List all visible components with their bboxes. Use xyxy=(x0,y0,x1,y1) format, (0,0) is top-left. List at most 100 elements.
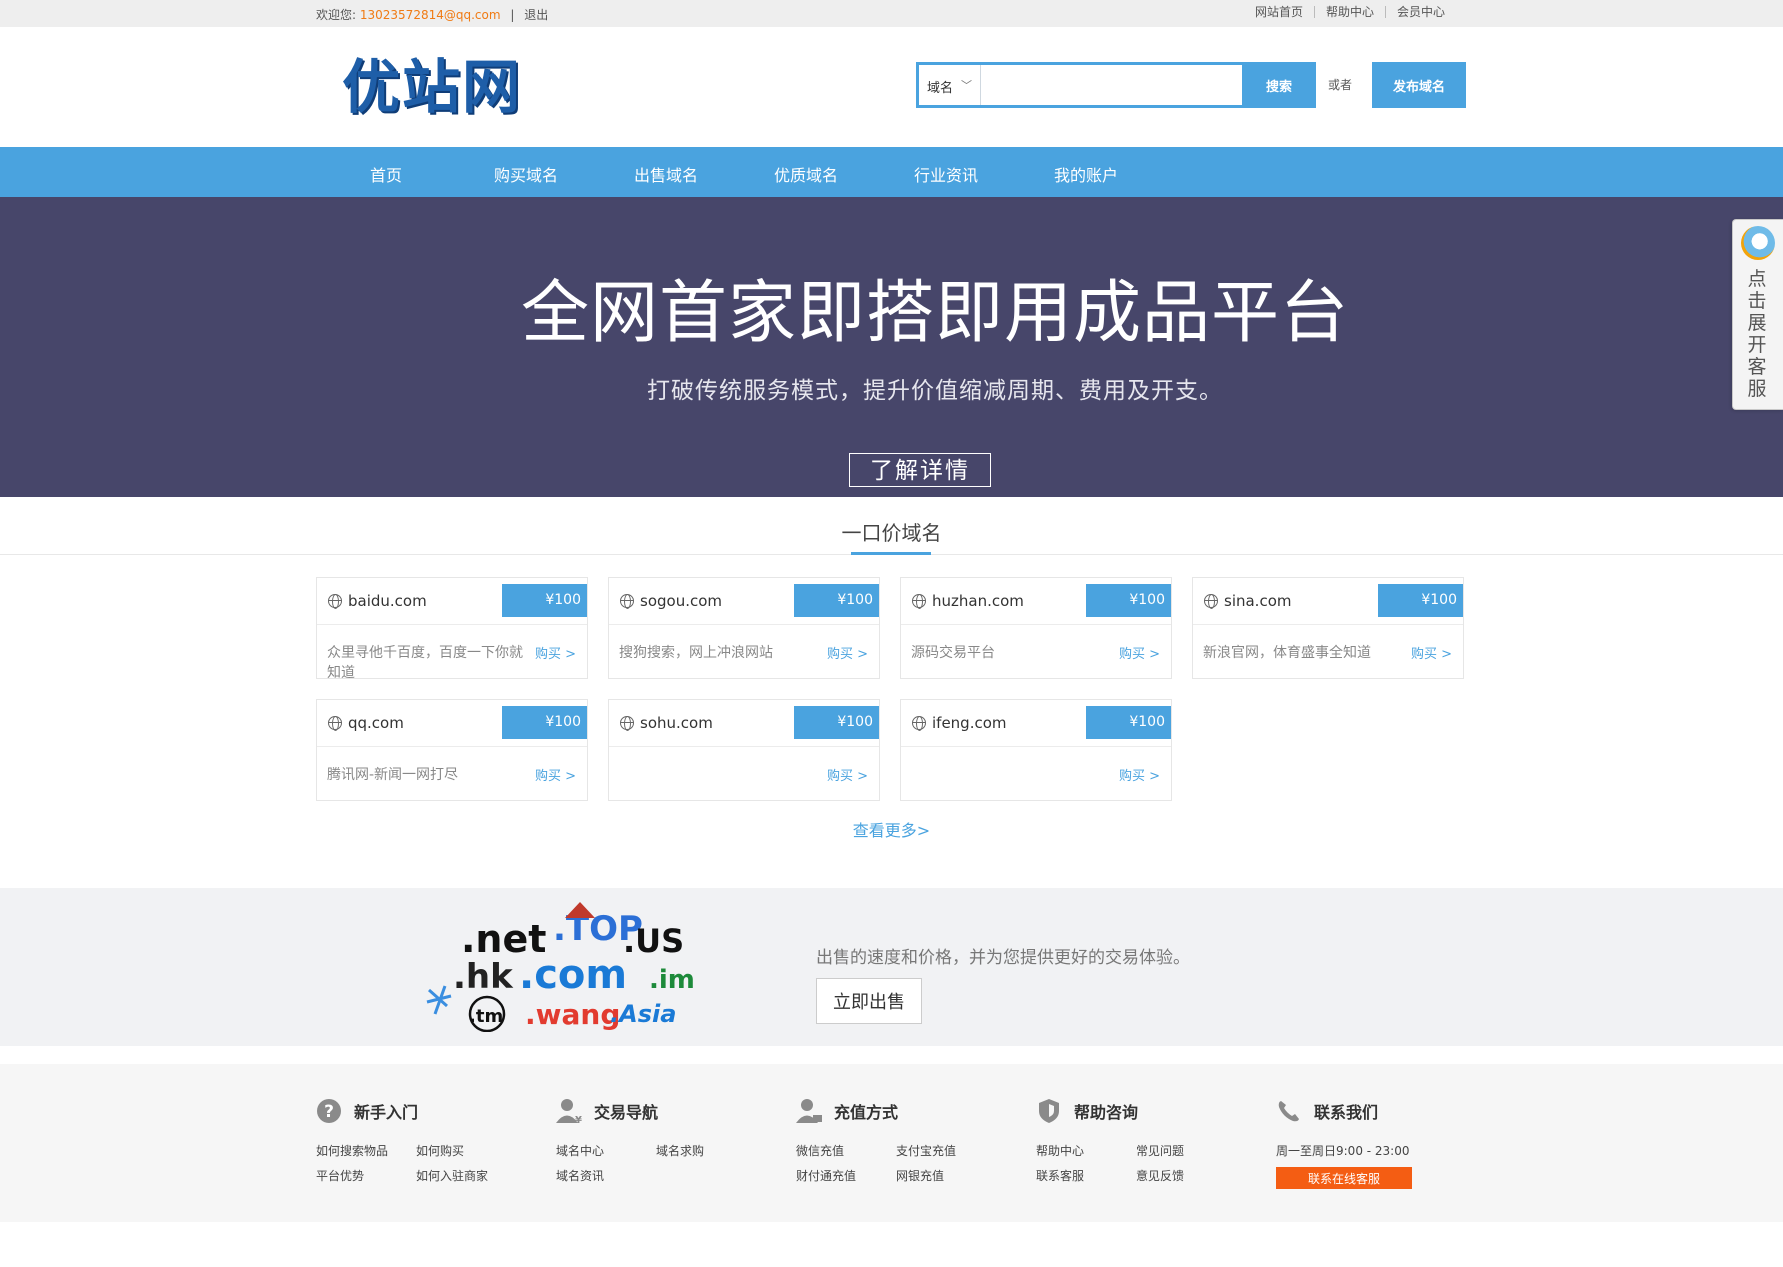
svg-text:?: ? xyxy=(324,1102,334,1122)
sell-text: 出售的速度和价格，并为您提供更好的交易体验。 xyxy=(816,948,1190,968)
search-button[interactable]: 搜索 xyxy=(1242,62,1316,108)
nav-buy-domain[interactable]: 购买域名 xyxy=(494,162,558,186)
footer-link[interactable]: 域名求购 xyxy=(656,1142,756,1159)
tld-im: .im xyxy=(649,965,695,995)
domain-card: sina.com ¥100 新浪官网，体育盛事全知道 购买 > xyxy=(1192,577,1464,679)
nav-sell-domain[interactable]: 出售域名 xyxy=(634,162,698,186)
top-link-home[interactable]: 网站首页 xyxy=(1244,6,1314,18)
or-label: 或者 xyxy=(1328,78,1353,92)
price-badge: ¥100 xyxy=(1086,584,1171,617)
footer-link[interactable]: 支付宝充值 xyxy=(896,1142,996,1159)
footer-col-help: 帮助咨询 帮助中心 常见问题 联系客服 意见反馈 xyxy=(1036,1096,1256,1184)
footer-link[interactable]: 域名资讯 xyxy=(556,1167,656,1184)
domain-desc: 源码交易平台 xyxy=(911,645,995,661)
domain-desc: 新浪官网，体育盛事全知道 xyxy=(1203,645,1371,661)
footer-link[interactable]: 如何入驻商家 xyxy=(416,1167,516,1184)
banner-title: 全网首家即搭即用成品平台 xyxy=(520,274,1349,353)
shield-icon xyxy=(1036,1098,1062,1124)
domain-name[interactable]: huzhan.com xyxy=(932,592,1024,610)
welcome-label: 欢迎您: xyxy=(316,8,357,22)
buy-link[interactable]: 购买 > xyxy=(535,643,576,662)
domain-name[interactable]: baidu.com xyxy=(348,592,427,610)
domain-name[interactable]: sohu.com xyxy=(640,714,713,732)
view-more-link[interactable]: 查看更多> xyxy=(0,817,1783,841)
footer-link[interactable]: 意见反馈 xyxy=(1136,1167,1236,1184)
footer-col-title: 充值方式 xyxy=(834,1103,899,1122)
footer-col-title: 交易导航 xyxy=(594,1103,659,1122)
buy-link[interactable]: 购买 > xyxy=(827,643,868,662)
top-link-member[interactable]: 会员中心 xyxy=(1384,6,1456,18)
price-badge: ¥100 xyxy=(502,584,587,617)
price-badge: ¥100 xyxy=(502,706,587,739)
tld-com: .com xyxy=(519,952,627,998)
footer-link[interactable]: 财付通充值 xyxy=(796,1167,896,1184)
footer-col-title: 新手入门 xyxy=(354,1103,419,1122)
buy-link[interactable]: 购买 > xyxy=(1411,643,1452,662)
footer-link[interactable]: 帮助中心 xyxy=(1036,1142,1136,1159)
footer-link[interactable]: 常见问题 xyxy=(1136,1142,1236,1159)
footer-col-beginner: ? 新手入门 如何搜索物品 如何购买 平台优势 如何入驻商家 xyxy=(316,1096,536,1184)
globe-icon xyxy=(620,716,634,731)
globe-icon xyxy=(912,594,926,609)
domain-card: sogou.com ¥100 搜狗搜索，网上冲浪网站 购买 > xyxy=(608,577,880,679)
nav-my-account[interactable]: 我的账户 xyxy=(1054,162,1118,186)
customer-service-tab[interactable]: 点击展开客服 xyxy=(1732,219,1783,410)
tld-hk: .hk xyxy=(453,957,514,997)
phone-icon xyxy=(1276,1098,1302,1124)
buy-link[interactable]: 购买 > xyxy=(535,765,576,784)
domain-name[interactable]: sina.com xyxy=(1224,592,1292,610)
chevron-down-icon: ﹀ xyxy=(961,79,972,92)
search-box: 域名 ﹀ 搜索 xyxy=(916,62,1316,108)
buy-link[interactable]: 购买 > xyxy=(1119,643,1160,662)
top-bar: 欢迎您: 13023572814@qq.com | 退出 网站首页 帮助中心 会… xyxy=(0,0,1783,27)
tld-us: .US xyxy=(623,922,684,960)
tld-wang: .wang xyxy=(525,998,620,1031)
globe-icon xyxy=(1204,594,1218,609)
footer-link[interactable]: 平台优势 xyxy=(316,1167,416,1184)
section-title: 一口价域名 xyxy=(841,521,942,545)
domain-name[interactable]: qq.com xyxy=(348,714,404,732)
top-link-help[interactable]: 帮助中心 xyxy=(1313,6,1385,18)
publish-domain-button[interactable]: 发布域名 xyxy=(1372,62,1466,108)
price-badge: ¥100 xyxy=(1086,706,1171,739)
footer-col-title: 联系我们 xyxy=(1314,1103,1379,1122)
footer-col-title: 帮助咨询 xyxy=(1074,1103,1139,1122)
footer-link[interactable]: 网银充值 xyxy=(896,1167,996,1184)
site-logo[interactable]: 优站网 xyxy=(342,55,522,119)
globe-icon xyxy=(328,716,342,731)
question-icon: ? xyxy=(316,1098,342,1124)
domain-name[interactable]: ifeng.com xyxy=(932,714,1007,732)
price-badge: ¥100 xyxy=(1378,584,1463,617)
footer-col-contact: 联系我们 周一至周日9:00 - 23:00 联系在线客服 xyxy=(1276,1096,1496,1189)
globe-icon xyxy=(328,594,342,609)
top-links: 网站首页 帮助中心 会员中心 xyxy=(1244,6,1456,18)
footer-col-recharge: 充值方式 微信充值 支付宝充值 财付通充值 网银充值 xyxy=(796,1096,1016,1184)
buy-link[interactable]: 购买 > xyxy=(827,765,868,784)
banner-subtitle: 打破传统服务模式，提升价值缩减周期、费用及开支。 xyxy=(647,378,1223,404)
search-input[interactable] xyxy=(981,65,1242,105)
domain-name[interactable]: sogou.com xyxy=(640,592,722,610)
footer-link[interactable]: 如何购买 xyxy=(416,1142,516,1159)
nav-home[interactable]: 首页 xyxy=(370,162,402,186)
service-hours: 周一至周日9:00 - 23:00 xyxy=(1276,1144,1410,1158)
footer-link[interactable]: 联系客服 xyxy=(1036,1167,1136,1184)
domain-desc: 众里寻他千百度，百度一下你就知道 xyxy=(327,645,523,681)
hero-banner: 全网首家即搭即用成品平台 打破传统服务模式，提升价值缩减周期、费用及开支。 了解… xyxy=(0,197,1783,497)
user-email-link[interactable]: 13023572814@qq.com xyxy=(360,8,501,22)
buy-link[interactable]: 购买 > xyxy=(1119,765,1160,784)
footer-link[interactable]: 如何搜索物品 xyxy=(316,1142,416,1159)
logout-link[interactable]: 退出 xyxy=(524,8,548,22)
section-underline xyxy=(851,552,931,555)
tld-logo-graphic: .net .TOP .US .hk .com .im .tm .wang .As… xyxy=(426,902,695,1032)
domain-card: qq.com ¥100 腾讯网-新闻一网打尽 购买 > xyxy=(316,699,588,801)
online-service-button[interactable]: 联系在线客服 xyxy=(1276,1167,1412,1189)
footer-link[interactable]: 微信充值 xyxy=(796,1142,896,1159)
price-badge: ¥100 xyxy=(794,706,879,739)
learn-more-button[interactable]: 了解详情 xyxy=(849,453,991,487)
footer-link[interactable]: 域名中心 xyxy=(556,1142,656,1159)
domain-card: ifeng.com ¥100 购买 > xyxy=(900,699,1172,801)
nav-industry-news[interactable]: 行业资讯 xyxy=(914,162,978,186)
search-type-select[interactable]: 域名 ﹀ xyxy=(919,65,981,105)
nav-premium-domain[interactable]: 优质域名 xyxy=(774,162,838,186)
sell-now-button[interactable]: 立即出售 xyxy=(816,978,922,1024)
